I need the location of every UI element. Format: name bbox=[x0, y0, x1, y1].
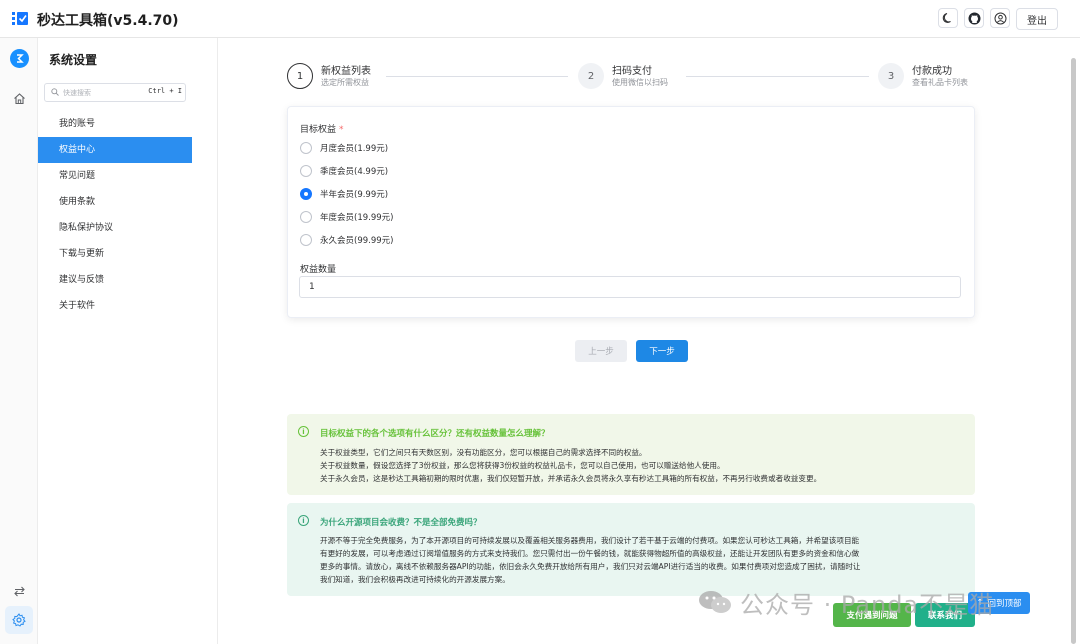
step-2-title: 扫码支付 bbox=[612, 66, 652, 77]
theme-toggle-button[interactable] bbox=[938, 8, 958, 28]
step-3-desc: 查看礼品卡列表 bbox=[912, 78, 968, 87]
required-mark: * bbox=[339, 125, 344, 135]
option-label: 年度会员(19.99元) bbox=[320, 213, 394, 223]
title-bar: 秒达工具箱(v5.4.70) 登出 bbox=[0, 0, 1080, 38]
radio-button-checked[interactable] bbox=[300, 188, 312, 200]
option-label: 半年会员(9.99元) bbox=[320, 190, 389, 200]
logout-button[interactable]: 登出 bbox=[1016, 8, 1058, 30]
quantity-label: 权益数量 bbox=[300, 265, 337, 275]
step-connector bbox=[386, 76, 568, 77]
target-benefit-label: 目标权益 * bbox=[300, 125, 344, 135]
sidebar-title: 系统设置 bbox=[49, 53, 98, 67]
info-icon: i bbox=[298, 515, 309, 526]
arrow-up-icon: ↑ bbox=[976, 598, 984, 608]
settings-button[interactable] bbox=[5, 606, 33, 634]
settings-sidebar: 系统设置 快速搜索 Ctrl + I 我的账号 权益中心 常见问题 使用条款 隐… bbox=[38, 38, 218, 644]
step-connector bbox=[686, 76, 869, 77]
pay-issue-button[interactable]: 支付遇到问题 bbox=[833, 603, 911, 627]
app-logo-icon bbox=[12, 12, 28, 25]
sidebar-item-about[interactable]: 关于软件 bbox=[38, 293, 192, 319]
prev-step-button[interactable]: 上一步 bbox=[575, 340, 627, 362]
info-line: 开源不等于完全免费服务，为了本开源项目的可持续发展以及覆盖相关服务器费用，我们设… bbox=[320, 536, 860, 545]
sidebar-item-privacy[interactable]: 隐私保护协议 bbox=[38, 215, 192, 241]
info-icon: i bbox=[298, 426, 309, 437]
github-icon bbox=[968, 12, 980, 24]
step-2-circle: 2 bbox=[578, 63, 604, 89]
sidebar-item-faq[interactable]: 常见问题 bbox=[38, 163, 192, 189]
info-title: 为什么开源项目会收费？不是全部免费吗？ bbox=[320, 518, 482, 528]
sidebar-item-feedback[interactable]: 建议与反馈 bbox=[38, 267, 192, 293]
app-title: 秒达工具箱(v5.4.70) bbox=[37, 13, 179, 29]
option-lifetime[interactable]: 永久会员(99.99元) bbox=[300, 233, 393, 247]
option-monthly[interactable]: 月度会员(1.99元) bbox=[300, 141, 388, 155]
faq-benefit-info: i 目标权益下的各个选项有什么区分？还有权益数量怎么理解？ 关于权益类型，它们之… bbox=[287, 414, 975, 495]
option-label: 月度会员(1.99元) bbox=[320, 144, 389, 154]
sidebar-item-account[interactable]: 我的账号 bbox=[38, 111, 192, 137]
option-half-year[interactable]: 半年会员(9.99元) bbox=[300, 187, 388, 201]
info-line: 关于权益数量，假设您选择了3份权益，那么您将获得3份权益的权益礼品卡，您可以自己… bbox=[320, 461, 725, 470]
option-yearly[interactable]: 年度会员(19.99元) bbox=[300, 210, 393, 224]
back-to-top-button[interactable]: ↑ 回到顶部 bbox=[968, 592, 1030, 614]
search-icon bbox=[51, 88, 59, 96]
sidebar-item-benefits[interactable]: 权益中心 bbox=[38, 137, 192, 163]
quantity-input[interactable]: 1 bbox=[299, 276, 961, 298]
option-label: 季度会员(4.99元) bbox=[320, 167, 389, 177]
gear-icon bbox=[12, 613, 26, 627]
radio-button[interactable] bbox=[300, 234, 312, 246]
search-shortcut: Ctrl + I bbox=[148, 87, 182, 95]
github-button[interactable] bbox=[964, 8, 984, 28]
step-2-desc: 使用微信以扫码 bbox=[612, 78, 668, 87]
user-button[interactable] bbox=[990, 8, 1010, 28]
sidebar-item-terms[interactable]: 使用条款 bbox=[38, 189, 192, 215]
info-line: 关于权益类型，它们之间只有天数区别，没有功能区分，您可以根据自己的需求选择不同的… bbox=[320, 448, 647, 457]
vertical-scrollbar[interactable] bbox=[1071, 58, 1076, 644]
search-placeholder: 快速搜索 bbox=[63, 89, 91, 97]
option-quarterly[interactable]: 季度会员(4.99元) bbox=[300, 164, 388, 178]
radio-button[interactable] bbox=[300, 142, 312, 154]
radio-button[interactable] bbox=[300, 211, 312, 223]
info-title: 目标权益下的各个选项有什么区分？还有权益数量怎么理解？ bbox=[320, 429, 550, 439]
back-to-top-label: 回到顶部 bbox=[987, 599, 1022, 609]
user-icon bbox=[994, 12, 1006, 24]
switch-icon[interactable] bbox=[11, 583, 27, 599]
radio-button[interactable] bbox=[300, 165, 312, 177]
step-1-desc: 选定所需权益 bbox=[321, 78, 369, 87]
step-1-circle: 1 bbox=[287, 63, 313, 89]
next-step-button[interactable]: 下一步 bbox=[636, 340, 688, 362]
moon-icon bbox=[942, 13, 951, 23]
info-line: 关于永久会员，这是秒达工具箱初期的限时优惠，我们仅短暂开放，并承诺永久会员将永久… bbox=[320, 474, 822, 483]
faq-opensource-info: i 为什么开源项目会收费？不是全部免费吗？ 开源不等于完全免费服务，为了本开源项… bbox=[287, 503, 975, 596]
step-1-title: 新权益列表 bbox=[321, 66, 371, 77]
brand-icon[interactable] bbox=[10, 49, 29, 68]
contact-us-button[interactable]: 联系我们 bbox=[915, 603, 975, 627]
sidebar-item-downloads[interactable]: 下载与更新 bbox=[38, 241, 192, 267]
option-label: 永久会员(99.99元) bbox=[320, 236, 394, 246]
search-input[interactable]: 快速搜索 Ctrl + I bbox=[44, 83, 186, 102]
info-line: 我们知道，我们会积极再改进可持续化的开源发展方案。 bbox=[320, 575, 510, 584]
step-3-title: 付款成功 bbox=[912, 66, 952, 77]
icon-rail bbox=[0, 38, 38, 644]
info-line: 更多的事情。请放心，离线不依赖服务器API的功能，依旧会永久免费开放给所有用户，… bbox=[320, 562, 861, 571]
home-icon[interactable] bbox=[11, 90, 27, 106]
info-line: 有更好的发展，可以考虑通过订阅增值服务的方式来支持我们。您只需付出一份午餐的钱，… bbox=[320, 549, 860, 558]
step-3-circle: 3 bbox=[878, 63, 904, 89]
